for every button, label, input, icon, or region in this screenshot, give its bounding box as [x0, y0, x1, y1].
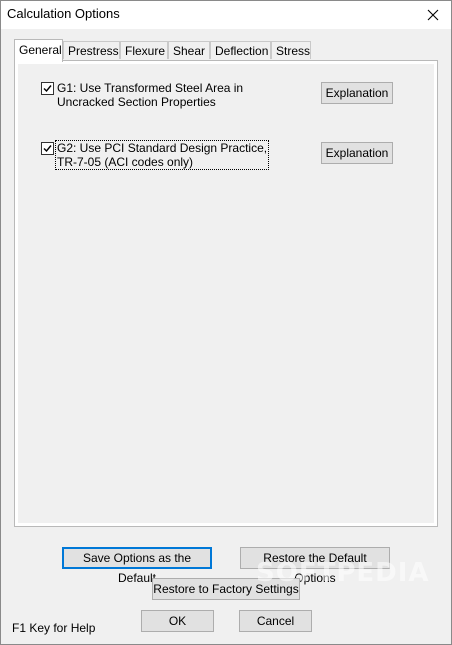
g1-label-line2: Uncracked Section Properties — [57, 95, 216, 109]
g2-label-line1: G2: Use PCI Standard Design Practice, — [57, 141, 268, 155]
tab-prestress[interactable]: Prestress — [63, 41, 120, 59]
panel-body: G1: Use Transformed Steel Area in Uncrac… — [18, 64, 434, 523]
g1-explanation-button[interactable]: Explanation — [321, 82, 393, 104]
g2-label-line2: TR-7-05 (ACI codes only) — [57, 155, 194, 169]
calculation-options-dialog: Calculation Options General Prestress Fl… — [0, 0, 452, 645]
tab-label: Flexure — [125, 44, 166, 58]
title-bar: Calculation Options — [1, 1, 451, 29]
tab-label: Deflection — [215, 44, 269, 58]
general-tab-panel: G1: Use Transformed Steel Area in Uncrac… — [14, 60, 438, 527]
help-hint: F1 Key for Help — [12, 621, 96, 635]
tab-label: Stress — [276, 44, 311, 58]
save-default-button[interactable]: Save Options as the Default — [62, 547, 212, 585]
g2-label[interactable]: G2: Use PCI Standard Design Practice, TR… — [54, 140, 270, 170]
g1-label-line1: G1: Use Transformed Steel Area in — [57, 81, 244, 95]
tab-shear[interactable]: Shear — [168, 41, 210, 59]
g1-checkbox[interactable] — [41, 82, 54, 95]
tab-general[interactable]: General — [14, 39, 63, 62]
g2-checkbox[interactable] — [41, 142, 54, 155]
checkmark-icon — [43, 85, 52, 93]
g2-explanation-button[interactable]: Explanation — [321, 142, 393, 164]
tab-flexure[interactable]: Flexure — [120, 41, 168, 59]
close-button[interactable] — [415, 1, 451, 29]
window-title: Calculation Options — [7, 6, 120, 21]
tab-stress[interactable]: Stress — [271, 41, 311, 59]
tab-label: General — [19, 43, 62, 57]
tab-label: Prestress — [68, 44, 119, 58]
ok-button[interactable]: OK — [141, 610, 214, 632]
g1-label[interactable]: G1: Use Transformed Steel Area in Uncrac… — [57, 82, 243, 108]
tab-label: Shear — [173, 44, 206, 58]
checkmark-icon — [43, 145, 52, 153]
cancel-button[interactable]: Cancel — [239, 610, 312, 632]
tab-deflection[interactable]: Deflection — [210, 41, 271, 59]
watermark: SOFTPEDIA — [256, 558, 430, 588]
close-icon — [427, 9, 439, 21]
